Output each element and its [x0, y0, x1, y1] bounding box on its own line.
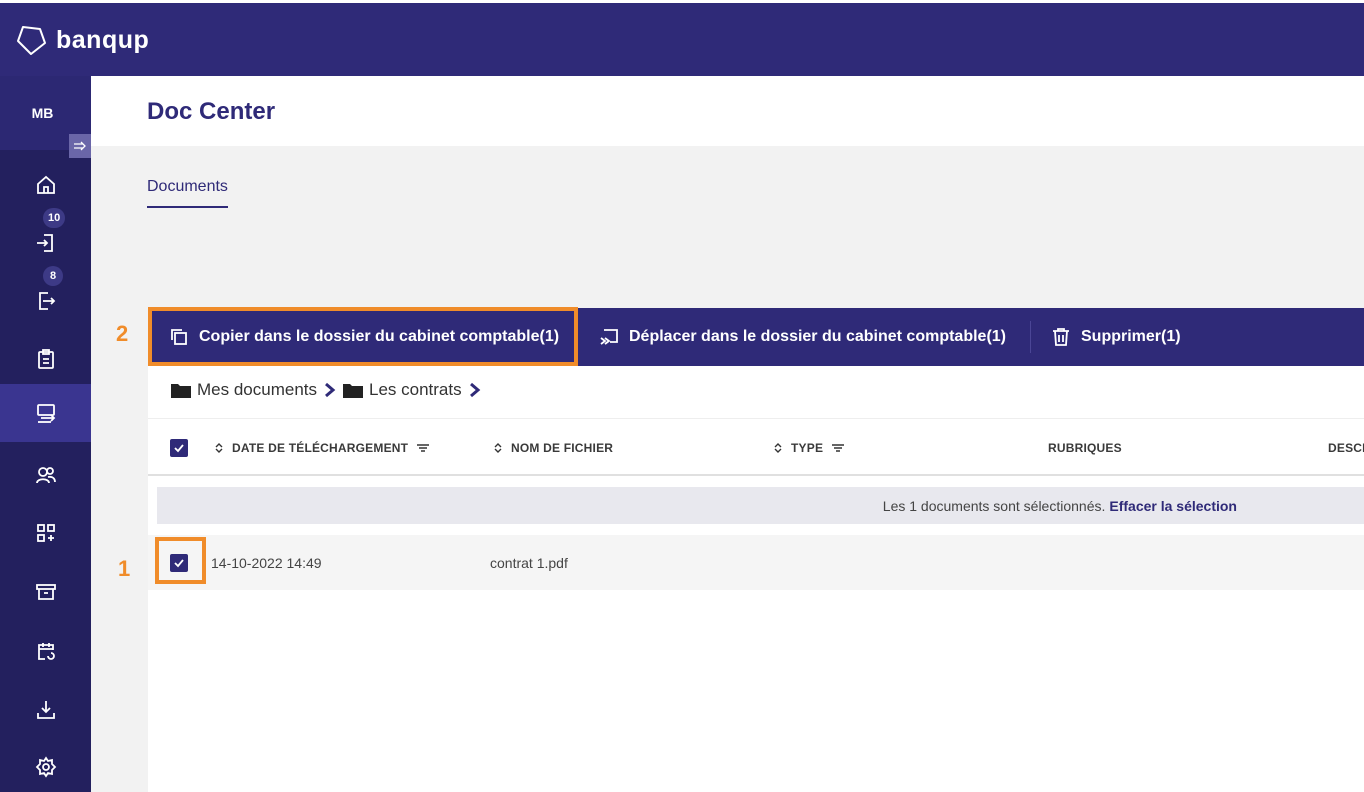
breadcrumb: Mes documents Les contrats — [171, 380, 482, 400]
column-header-description[interactable]: DESCR — [1328, 441, 1364, 455]
row-checkbox[interactable] — [170, 554, 188, 572]
incoming-count-badge: 10 — [43, 208, 66, 228]
page-header: Doc Center — [91, 76, 1364, 146]
column-header-date[interactable]: DATE DE TÉLÉCHARGEMENT — [214, 441, 430, 455]
column-header-filename[interactable]: NOM DE FICHIER — [493, 441, 613, 455]
archive-icon — [35, 584, 56, 600]
column-label-description: DESCR — [1328, 441, 1364, 455]
column-label-type: TYPE — [791, 441, 824, 455]
login-icon — [36, 234, 53, 252]
sidebar-item-apps[interactable] — [0, 504, 91, 562]
folder-icon — [171, 384, 191, 398]
selection-info-bar: Les 1 documents sont sélectionnés. Effac… — [157, 487, 1364, 524]
step-marker-1: 1 — [118, 556, 131, 581]
chevron-right-icon — [469, 382, 480, 398]
sidebar-item-doc-center[interactable] — [0, 384, 91, 442]
page-title: Doc Center — [147, 98, 276, 125]
action-separator — [1030, 321, 1031, 353]
gear-icon — [35, 756, 56, 778]
calendar-sync-icon — [37, 643, 55, 660]
check-icon — [174, 559, 184, 568]
breadcrumb-root[interactable]: Mes documents — [197, 380, 317, 400]
users-icon — [35, 467, 56, 484]
sidebar-item-calendar[interactable] — [0, 622, 91, 680]
bulk-action-bar: Copier dans le dossier du cabinet compta… — [148, 308, 1364, 366]
content-left-margin — [91, 308, 148, 792]
clipboard-icon — [37, 349, 54, 369]
apps-add-icon — [36, 524, 55, 542]
filter-icon[interactable] — [831, 442, 845, 454]
sidebar-item-contacts[interactable] — [0, 446, 91, 504]
move-icon — [600, 329, 618, 345]
brand-logo[interactable]: banqup — [14, 23, 149, 57]
outgoing-count-badge: 8 — [43, 266, 63, 286]
copy-icon — [171, 329, 187, 345]
arrow-right-icon — [74, 141, 86, 151]
sidebar-item-archive[interactable] — [0, 563, 91, 621]
delete-button-label: Supprimer(1) — [1081, 328, 1181, 345]
tabs-bar: Documents — [91, 146, 1364, 308]
sort-icon — [774, 443, 782, 453]
select-all-checkbox[interactable] — [170, 439, 188, 457]
breadcrumb-folder[interactable]: Les contrats — [369, 380, 462, 400]
sidebar-item-home[interactable] — [0, 156, 91, 214]
move-button-label: Déplacer dans le dossier du cabinet comp… — [629, 328, 1006, 345]
sidebar-item-settings[interactable] — [0, 738, 91, 792]
move-to-accountant-button[interactable]: Déplacer dans le dossier du cabinet comp… — [598, 308, 1006, 366]
copy-button-label: Copier dans le dossier du cabinet compta… — [199, 328, 560, 345]
sidebar-collapse-button[interactable] — [69, 134, 91, 158]
column-label-filename: NOM DE FICHIER — [511, 441, 614, 455]
selection-count-text: Les 1 documents sont sélectionnés. — [882, 497, 1106, 514]
column-header-type[interactable]: TYPE — [773, 441, 845, 455]
logo-icon — [17, 26, 46, 55]
tab-documents[interactable]: Documents — [147, 178, 228, 208]
column-label-rubriques: RUBRIQUES — [1048, 441, 1122, 455]
column-label-date: DATE DE TÉLÉCHARGEMENT — [232, 441, 409, 455]
sort-icon — [215, 443, 223, 453]
step-marker-2: 2 — [116, 321, 129, 346]
row-filename[interactable]: contrat 1.pdf — [490, 555, 568, 571]
filter-icon[interactable] — [416, 442, 430, 454]
sidebar-item-clipboard[interactable] — [0, 330, 91, 388]
home-icon — [36, 175, 55, 194]
transfer-icon — [36, 404, 55, 423]
row-date: 14-10-2022 14:49 — [211, 555, 322, 571]
delete-button[interactable]: Supprimer(1) — [1050, 308, 1181, 366]
clear-selection-link[interactable]: Effacer la sélection — [1109, 498, 1237, 514]
sidebar: MB 10 8 — [0, 76, 91, 792]
trash-icon — [1053, 328, 1069, 346]
sort-icon — [494, 443, 502, 453]
top-bar: banqup — [0, 0, 1364, 76]
column-header-rubriques[interactable]: RUBRIQUES — [1048, 441, 1122, 455]
chevron-right-icon — [325, 382, 336, 398]
logout-icon — [38, 292, 55, 310]
check-icon — [174, 444, 184, 453]
table-row[interactable]: 14-10-2022 14:49 contrat 1.pdf — [148, 535, 1364, 590]
table-header: DATE DE TÉLÉCHARGEMENT NOM DE FICHIER TY… — [148, 418, 1364, 476]
folder-icon — [343, 384, 363, 398]
download-icon — [36, 701, 55, 719]
sidebar-item-download[interactable] — [0, 681, 91, 739]
brand-name: banqup — [56, 25, 150, 54]
copy-to-accountant-button[interactable]: Copier dans le dossier du cabinet compta… — [168, 308, 559, 366]
